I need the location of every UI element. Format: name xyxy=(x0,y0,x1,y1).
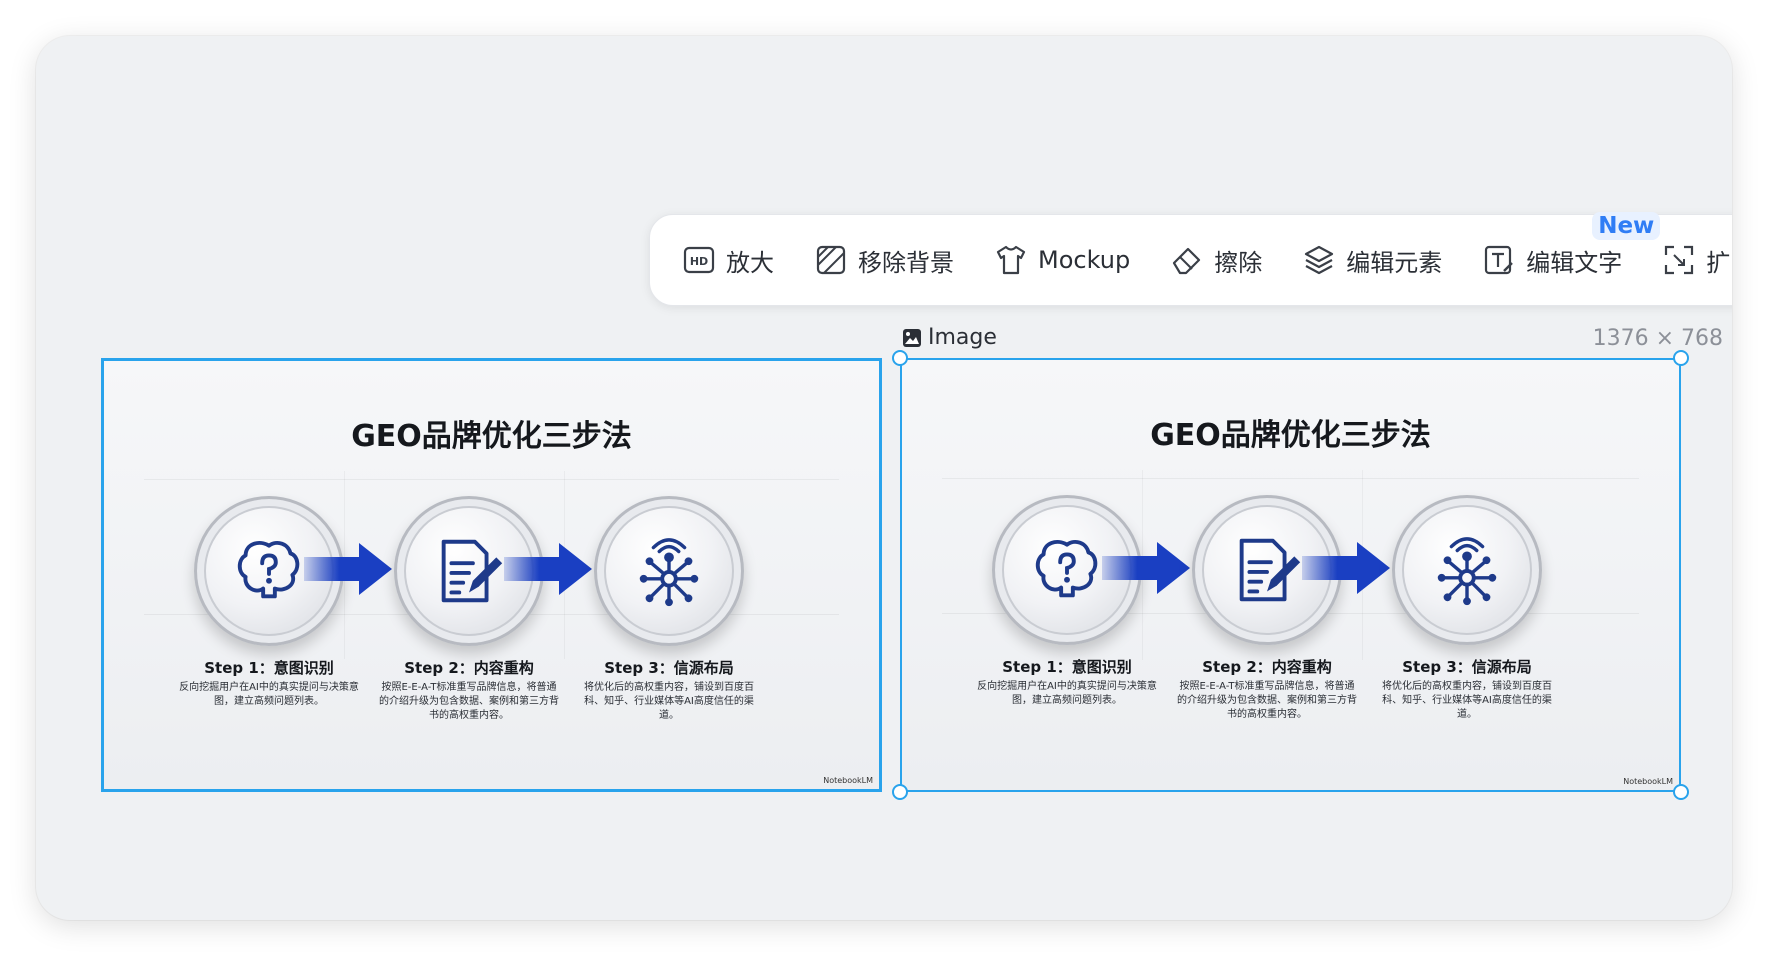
resize-handle-top-right[interactable] xyxy=(1673,350,1689,366)
new-badge: New xyxy=(1592,212,1661,240)
expand-label: 扩 xyxy=(1706,248,1731,277)
edit-text-icon xyxy=(1485,245,1514,275)
expand-icon xyxy=(1665,245,1694,275)
erase-label: 擦除 xyxy=(1214,248,1263,277)
canvas-window: HD 放大 移除背景 Mockup 擦除 编辑元素 New 编辑文字 扩 Ima… xyxy=(36,36,1732,920)
broadcast-network-icon xyxy=(1437,537,1497,606)
image-dimensions: 1376 × 768 xyxy=(1592,326,1723,351)
edit-text-label: 编辑文字 xyxy=(1526,248,1623,277)
step-3-circle xyxy=(1392,495,1542,645)
document-pen-icon xyxy=(441,539,503,603)
step-3-desc: 将优化后的高权重内容，铺设到百度百科、知乎、行业媒体等AI高度信任的渠道。 xyxy=(1382,681,1552,720)
brain-question-icon xyxy=(1035,540,1098,598)
step-2-desc: 按照E-E-A-T标准重写品牌信息，将普通的介绍升级为包含数据、案例和第三方背书… xyxy=(379,682,559,721)
remove-background-button[interactable]: 移除背景 xyxy=(814,236,954,284)
resize-handle-bottom-right[interactable] xyxy=(1673,784,1689,800)
layers-icon xyxy=(1305,245,1334,275)
image-icon xyxy=(903,328,921,347)
mockup-label: Mockup xyxy=(1038,246,1131,274)
image-frame-original[interactable]: GEO品牌优化三步法 Step 1：意图识别 反向挖掘用户在AI中的真实提问与决… xyxy=(101,358,882,792)
arrow-icon xyxy=(304,543,392,595)
resize-handle-top-left[interactable] xyxy=(892,350,908,366)
edit-text-button[interactable]: New 编辑文字 xyxy=(1482,212,1661,284)
step-1-desc: 反向挖掘用户在AI中的真实提问与决策意图，建立高频问题列表。 xyxy=(179,682,359,707)
grid-line xyxy=(144,479,839,480)
image-frame-selected[interactable]: GEO品牌优化三步法 Step 1：意图识别 反向挖掘用户在AI中的真实提问与决… xyxy=(900,358,1681,792)
arrow-icon xyxy=(1302,542,1390,594)
edit-elements-label: 编辑元素 xyxy=(1346,248,1443,277)
upscale-button[interactable]: HD 放大 xyxy=(682,236,774,284)
document-pen-icon xyxy=(1239,538,1301,602)
broadcast-network-icon xyxy=(639,538,699,607)
image-toolbar: HD 放大 移除背景 Mockup 擦除 编辑元素 New 编辑文字 扩 xyxy=(649,212,1732,306)
image-label: Image xyxy=(902,325,997,350)
step-3-desc: 将优化后的高权重内容，铺设到百度百科、知乎、行业媒体等AI高度信任的渠道。 xyxy=(584,682,754,721)
arrow-icon xyxy=(504,543,592,595)
remove-background-label: 移除背景 xyxy=(858,248,954,277)
slide-title: GEO品牌优化三步法 xyxy=(1150,418,1431,453)
image-label-text: Image xyxy=(928,325,997,350)
erase-button[interactable]: 擦除 xyxy=(1170,236,1262,284)
remove-background-icon xyxy=(816,245,846,275)
step-1-desc: 反向挖掘用户在AI中的真实提问与决策意图，建立高频问题列表。 xyxy=(977,681,1157,706)
resize-handle-bottom-left[interactable] xyxy=(892,784,908,800)
grid-line xyxy=(942,478,1639,479)
hd-icon: HD xyxy=(683,246,715,274)
tshirt-icon xyxy=(996,245,1026,275)
step-3-circle xyxy=(594,496,744,646)
slide-title: GEO品牌优化三步法 xyxy=(351,419,632,454)
brand-watermark: NotebookLM xyxy=(1623,777,1673,786)
eraser-icon xyxy=(1173,247,1201,275)
brain-question-icon xyxy=(237,541,300,599)
step-2-title: Step 2：内容重构 xyxy=(1202,658,1332,676)
step-2-desc: 按照E-E-A-T标准重写品牌信息，将普通的介绍升级为包含数据、案例和第三方背书… xyxy=(1177,681,1357,720)
arrow-icon xyxy=(1102,542,1190,594)
brand-watermark: NotebookLM xyxy=(823,776,873,785)
step-1-title: Step 1：意图识别 xyxy=(1002,658,1132,676)
step-1-title: Step 1：意图识别 xyxy=(204,659,334,677)
svg-text:HD: HD xyxy=(690,255,708,268)
edit-elements-button[interactable]: 编辑元素 xyxy=(1302,236,1442,284)
step-3-title: Step 3：信源布局 xyxy=(1402,658,1532,676)
step-3-title: Step 3：信源布局 xyxy=(604,659,734,677)
step-2-title: Step 2：内容重构 xyxy=(404,659,534,677)
expand-button[interactable]: 扩 xyxy=(1662,236,1730,284)
upscale-label: 放大 xyxy=(726,248,774,277)
mockup-button[interactable]: Mockup xyxy=(994,236,1130,284)
